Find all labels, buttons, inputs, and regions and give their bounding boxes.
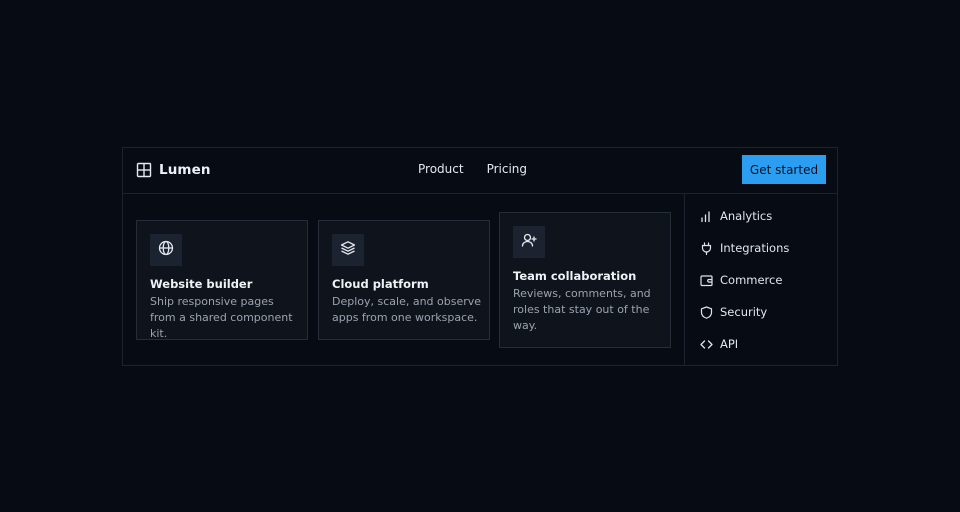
side-links: Analytics Integrations Commerce Security <box>700 208 789 368</box>
card-icon-container <box>332 234 364 266</box>
layout-grid-plus-icon <box>136 162 152 178</box>
card-description: Ship responsive pages from a shared comp… <box>150 295 293 340</box>
navbar: Lumen Product Pricing Get started <box>123 148 837 194</box>
side-link-label: Analytics <box>720 209 773 223</box>
layers-icon <box>340 240 356 260</box>
column-divider <box>684 193 685 365</box>
card-description: Reviews, comments, and roles that stay o… <box>513 287 651 332</box>
card-cloud-platform[interactable]: Cloud platform Deploy, scale, and observ… <box>318 220 490 340</box>
side-link-label: Security <box>720 305 768 319</box>
globe-icon <box>158 240 174 260</box>
side-link-analytics[interactable]: Analytics <box>700 208 789 224</box>
brand-name: Lumen <box>159 162 211 178</box>
card-website-builder[interactable]: Website builder Ship responsive pages fr… <box>136 220 308 340</box>
card-icon-container <box>150 234 182 266</box>
brand[interactable]: Lumen <box>136 161 211 179</box>
side-link-security[interactable]: Security <box>700 304 789 320</box>
nav-link-product[interactable]: Product <box>418 162 464 176</box>
side-link-label: Commerce <box>720 273 783 287</box>
mega-menu-panel: Lumen Product Pricing Get started Websit… <box>122 147 838 366</box>
side-link-api[interactable]: API <box>700 336 789 352</box>
user-plus-icon <box>521 232 537 252</box>
nav-link-pricing[interactable]: Pricing <box>487 162 527 176</box>
card-title: Website builder <box>150 277 253 291</box>
plug-icon <box>701 241 712 255</box>
get-started-button[interactable]: Get started <box>742 155 826 184</box>
side-link-label: Integrations <box>720 241 790 255</box>
side-link-label: API <box>720 337 739 351</box>
card-description: Deploy, scale, and observe apps from one… <box>332 295 482 324</box>
bar-chart-icon <box>701 210 710 222</box>
side-link-integrations[interactable]: Integrations <box>700 240 789 256</box>
nav-links: Product Pricing <box>418 162 527 176</box>
code-icon <box>700 339 713 349</box>
card-team-collaboration[interactable]: Team collaboration Reviews, comments, an… <box>499 212 671 348</box>
side-link-commerce[interactable]: Commerce <box>700 272 789 288</box>
card-title: Team collaboration <box>513 269 637 283</box>
card-title: Cloud platform <box>332 277 429 291</box>
shield-icon <box>700 305 713 319</box>
card-icon-container <box>513 226 545 258</box>
wallet-icon <box>700 274 713 286</box>
